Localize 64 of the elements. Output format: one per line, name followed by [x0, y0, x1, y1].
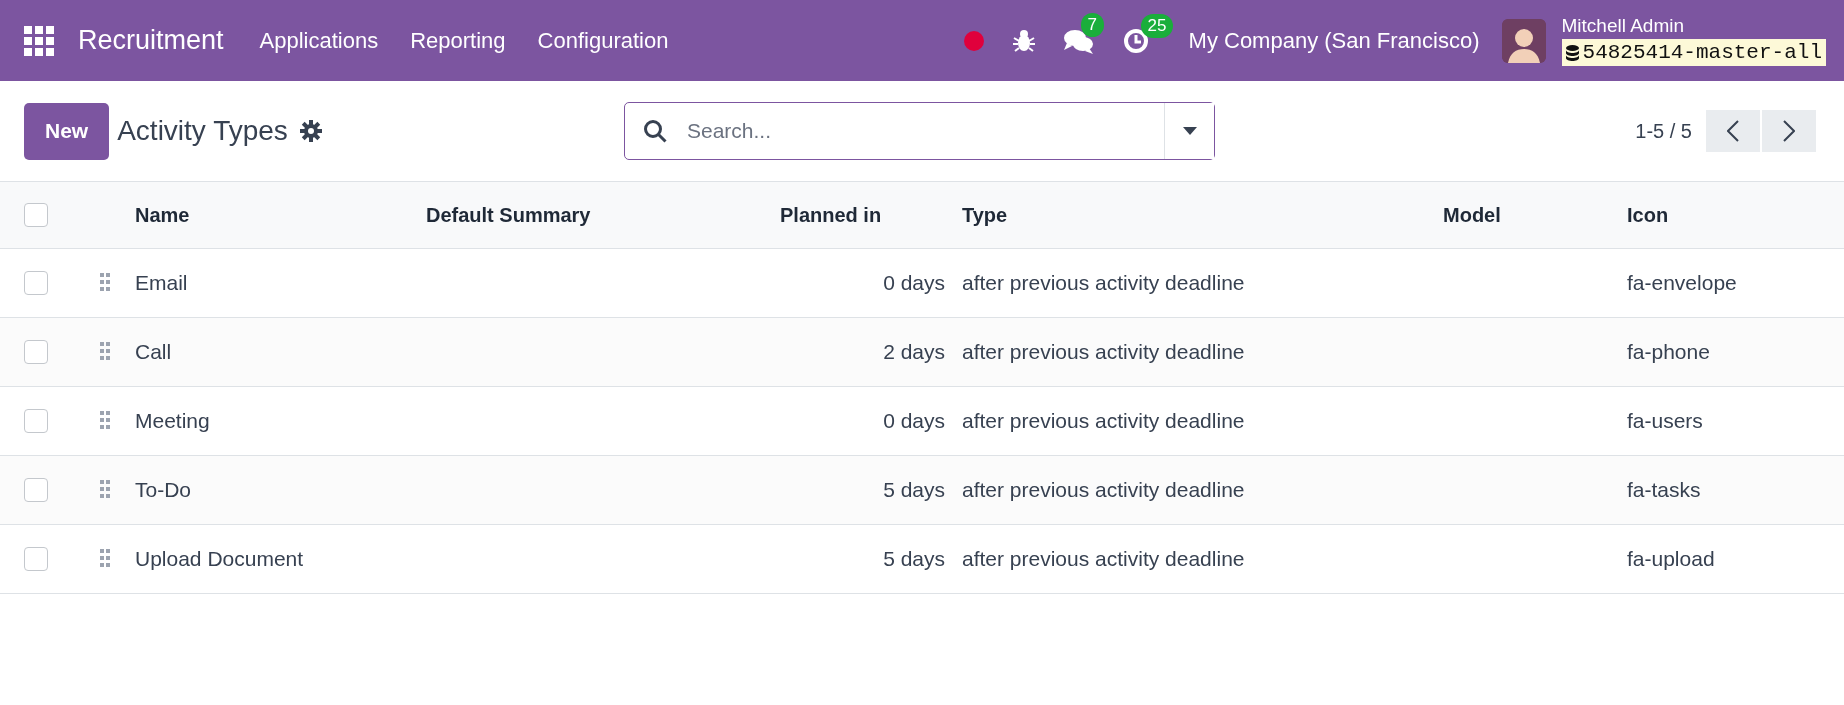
row-checkbox[interactable] [24, 340, 48, 364]
table-cell-text: fa-envelope [1627, 271, 1738, 295]
column-header[interactable]: Icon [1627, 203, 1844, 227]
table-cell-text: fa-phone [1627, 340, 1711, 364]
drag-handle-icon[interactable] [100, 341, 110, 363]
app-grid-icon[interactable] [24, 25, 54, 56]
menu-item[interactable]: Applications [259, 27, 379, 54]
table-cell-text: after previous activity deadline [961, 409, 1246, 433]
table-cell-text: after previous activity deadline [961, 271, 1246, 295]
chevron-right-icon [1783, 120, 1795, 142]
drag-handle-icon[interactable] [100, 548, 110, 570]
search-icon [643, 119, 667, 143]
column-header[interactable]: Type [945, 203, 1443, 227]
settings-icon[interactable] [299, 120, 322, 142]
drag-handle-icon[interactable] [100, 272, 110, 294]
activity-count-badge: 25 [1140, 13, 1174, 38]
menu-item[interactable]: Configuration [537, 27, 669, 54]
column-header[interactable]: Planned in [760, 203, 882, 227]
database-label: 54825414-master-all [1561, 39, 1826, 66]
pager-value[interactable]: 1-5 / 5 [1635, 119, 1692, 143]
user-name[interactable]: Mitchell Admin [1561, 15, 1826, 37]
row-checkbox[interactable] [24, 409, 48, 433]
table-cell-text: fa-users [1627, 409, 1704, 433]
table-cell-text: 0 days [882, 271, 945, 295]
select-all-checkbox[interactable] [24, 203, 48, 227]
chevron-left-icon [1727, 120, 1739, 142]
table-cell-text: fa-tasks [1627, 478, 1702, 502]
table-cell-text: 2 days [882, 340, 945, 364]
page-title: Activity Types [117, 115, 288, 147]
table-cell-text: after previous activity deadline [961, 547, 1246, 571]
new-button[interactable]: New [24, 102, 110, 160]
column-header[interactable]: Default Summary [426, 203, 760, 227]
column-header[interactable]: Model [1443, 203, 1627, 227]
previous-page-button[interactable] [1706, 110, 1760, 152]
table-cell-text: Upload Document [135, 547, 305, 571]
drag-handle-icon[interactable] [100, 479, 110, 501]
app-name[interactable]: Recruitment [78, 25, 224, 56]
table-cell-text: 0 days [882, 409, 945, 433]
row-checkbox[interactable] [24, 271, 48, 295]
table-cell-text: Call [135, 340, 173, 364]
table-cell-text: 5 days [882, 547, 945, 571]
search-options-button[interactable] [1164, 103, 1214, 159]
database-icon [1565, 44, 1579, 61]
avatar-icon[interactable] [1501, 18, 1546, 63]
bug-icon[interactable] [1012, 28, 1035, 53]
row-checkbox[interactable] [24, 547, 48, 571]
clock-icon[interactable] [1122, 27, 1149, 54]
message-count-badge: 7 [1080, 12, 1105, 37]
search-bar[interactable]: Search... [624, 102, 1215, 160]
table-cell-text: fa-upload [1627, 547, 1716, 571]
column-header[interactable]: Name [135, 203, 426, 227]
company-switcher[interactable]: My Company (San Francisco) [1188, 27, 1480, 54]
table-cell-text: Email [135, 271, 189, 295]
record-dot-icon[interactable] [962, 29, 985, 52]
next-page-button[interactable] [1762, 110, 1816, 152]
table-cell-text: Meeting [135, 409, 211, 433]
row-checkbox[interactable] [24, 478, 48, 502]
table-cell-text: 5 days [882, 478, 945, 502]
drag-handle-icon[interactable] [100, 410, 110, 432]
table-cell-text: after previous activity deadline [961, 340, 1246, 364]
menu-item[interactable]: Reporting [410, 27, 506, 54]
table-cell-text: after previous activity deadline [961, 478, 1246, 502]
table-cell-text: To-Do [135, 478, 193, 502]
caret-icon [1182, 127, 1197, 135]
